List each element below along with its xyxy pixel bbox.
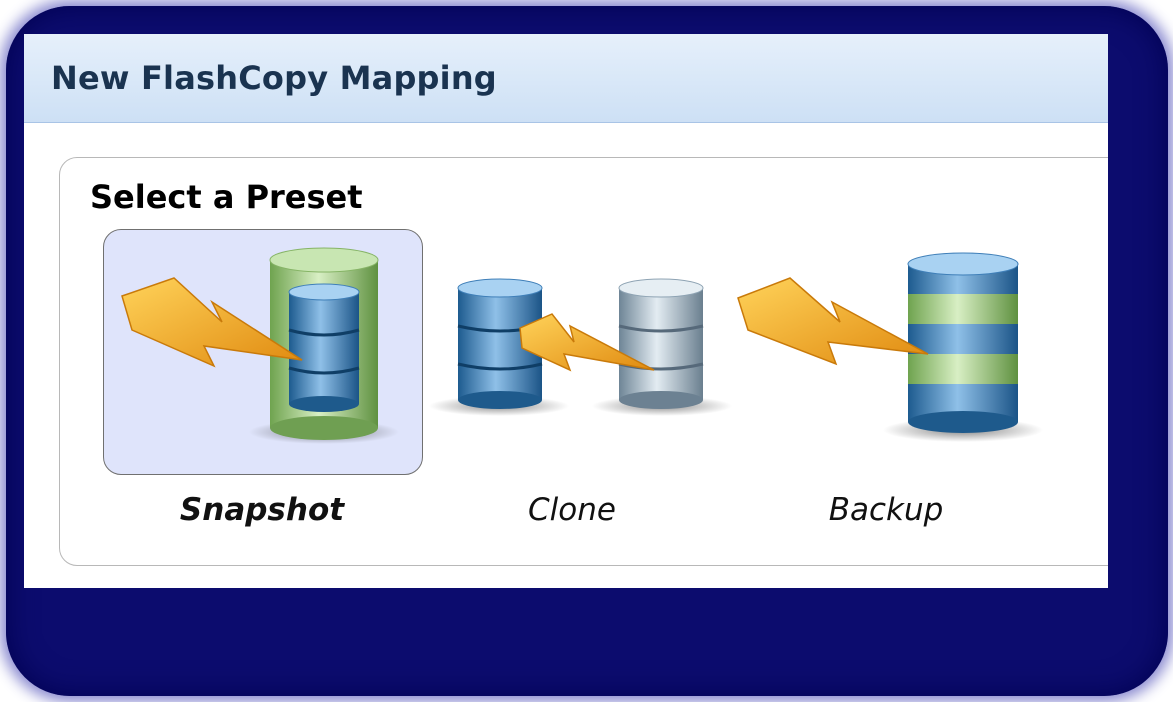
clone-icon	[429, 278, 732, 416]
preset-group-label: Select a Preset	[90, 178, 363, 216]
new-flashcopy-mapping-dialog: New FlashCopy Mapping Select a Preset Sn…	[24, 34, 1108, 588]
snapshot-icon	[121, 247, 399, 444]
preset-groupbox: Select a Preset Snapshot Clone Backup	[59, 157, 1108, 566]
preset-backup-label[interactable]: Backup	[727, 492, 1045, 528]
preset-clone-tile[interactable]	[413, 229, 733, 475]
preset-backup-tile[interactable]	[727, 229, 1047, 475]
backup-icon	[737, 252, 1043, 442]
dialog-titlebar: New FlashCopy Mapping	[24, 34, 1108, 123]
preset-snapshot-tile[interactable]	[103, 229, 423, 475]
preset-snapshot-label[interactable]: Snapshot	[103, 492, 421, 528]
dialog-title: New FlashCopy Mapping	[51, 59, 497, 97]
preset-clone-label[interactable]: Clone	[413, 492, 731, 528]
